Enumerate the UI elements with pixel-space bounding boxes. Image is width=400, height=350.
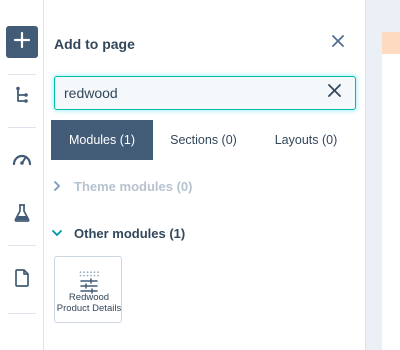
clear-icon [327,84,341,102]
editor-page [382,54,400,350]
document-icon [14,268,30,292]
plus-icon [13,31,31,54]
clear-search-button[interactable] [327,84,341,102]
rail-divider [8,127,36,128]
gauge-icon [12,151,32,172]
close-panel-button[interactable] [331,34,345,52]
drag-handle-icon [79,264,99,277]
group-label: Theme modules (0) [74,178,193,194]
panel-title: Add to page [54,36,135,52]
rail-divider [8,245,36,246]
panel-divider [365,0,366,350]
theme-modules-group[interactable]: Theme modules (0) [52,176,192,196]
module-card[interactable]: Redwood Product Details [54,256,122,323]
tree-structure-icon [14,86,30,109]
rail-divider [8,313,36,314]
editor-page-header [382,32,400,54]
search-box [54,76,356,110]
add-to-page-panel: Add to page Modules (1) Sections (0) Lay… [45,0,365,350]
chevron-right-icon [52,181,62,191]
page-settings-button[interactable] [6,264,38,296]
other-modules-group[interactable]: Other modules (1) [52,223,185,243]
optimize-button[interactable] [6,145,38,177]
tab-layouts[interactable]: Layouts (0) [254,120,358,160]
tab-modules[interactable]: Modules (1) [51,120,153,160]
test-button[interactable] [6,199,38,231]
flask-icon [14,203,30,227]
left-rail [0,0,44,350]
page-structure-button[interactable] [6,81,38,113]
tab-sections[interactable]: Sections (0) [153,120,254,160]
close-icon [332,34,344,52]
add-button[interactable] [6,26,38,58]
module-label: Redwood Product Details [56,292,122,314]
rail-divider [8,74,36,75]
group-label: Other modules (1) [74,225,186,241]
chevron-down-icon [52,228,62,238]
tab-bar: Modules (1) Sections (0) Layouts (0) [51,120,358,160]
search-input[interactable] [55,77,315,108]
